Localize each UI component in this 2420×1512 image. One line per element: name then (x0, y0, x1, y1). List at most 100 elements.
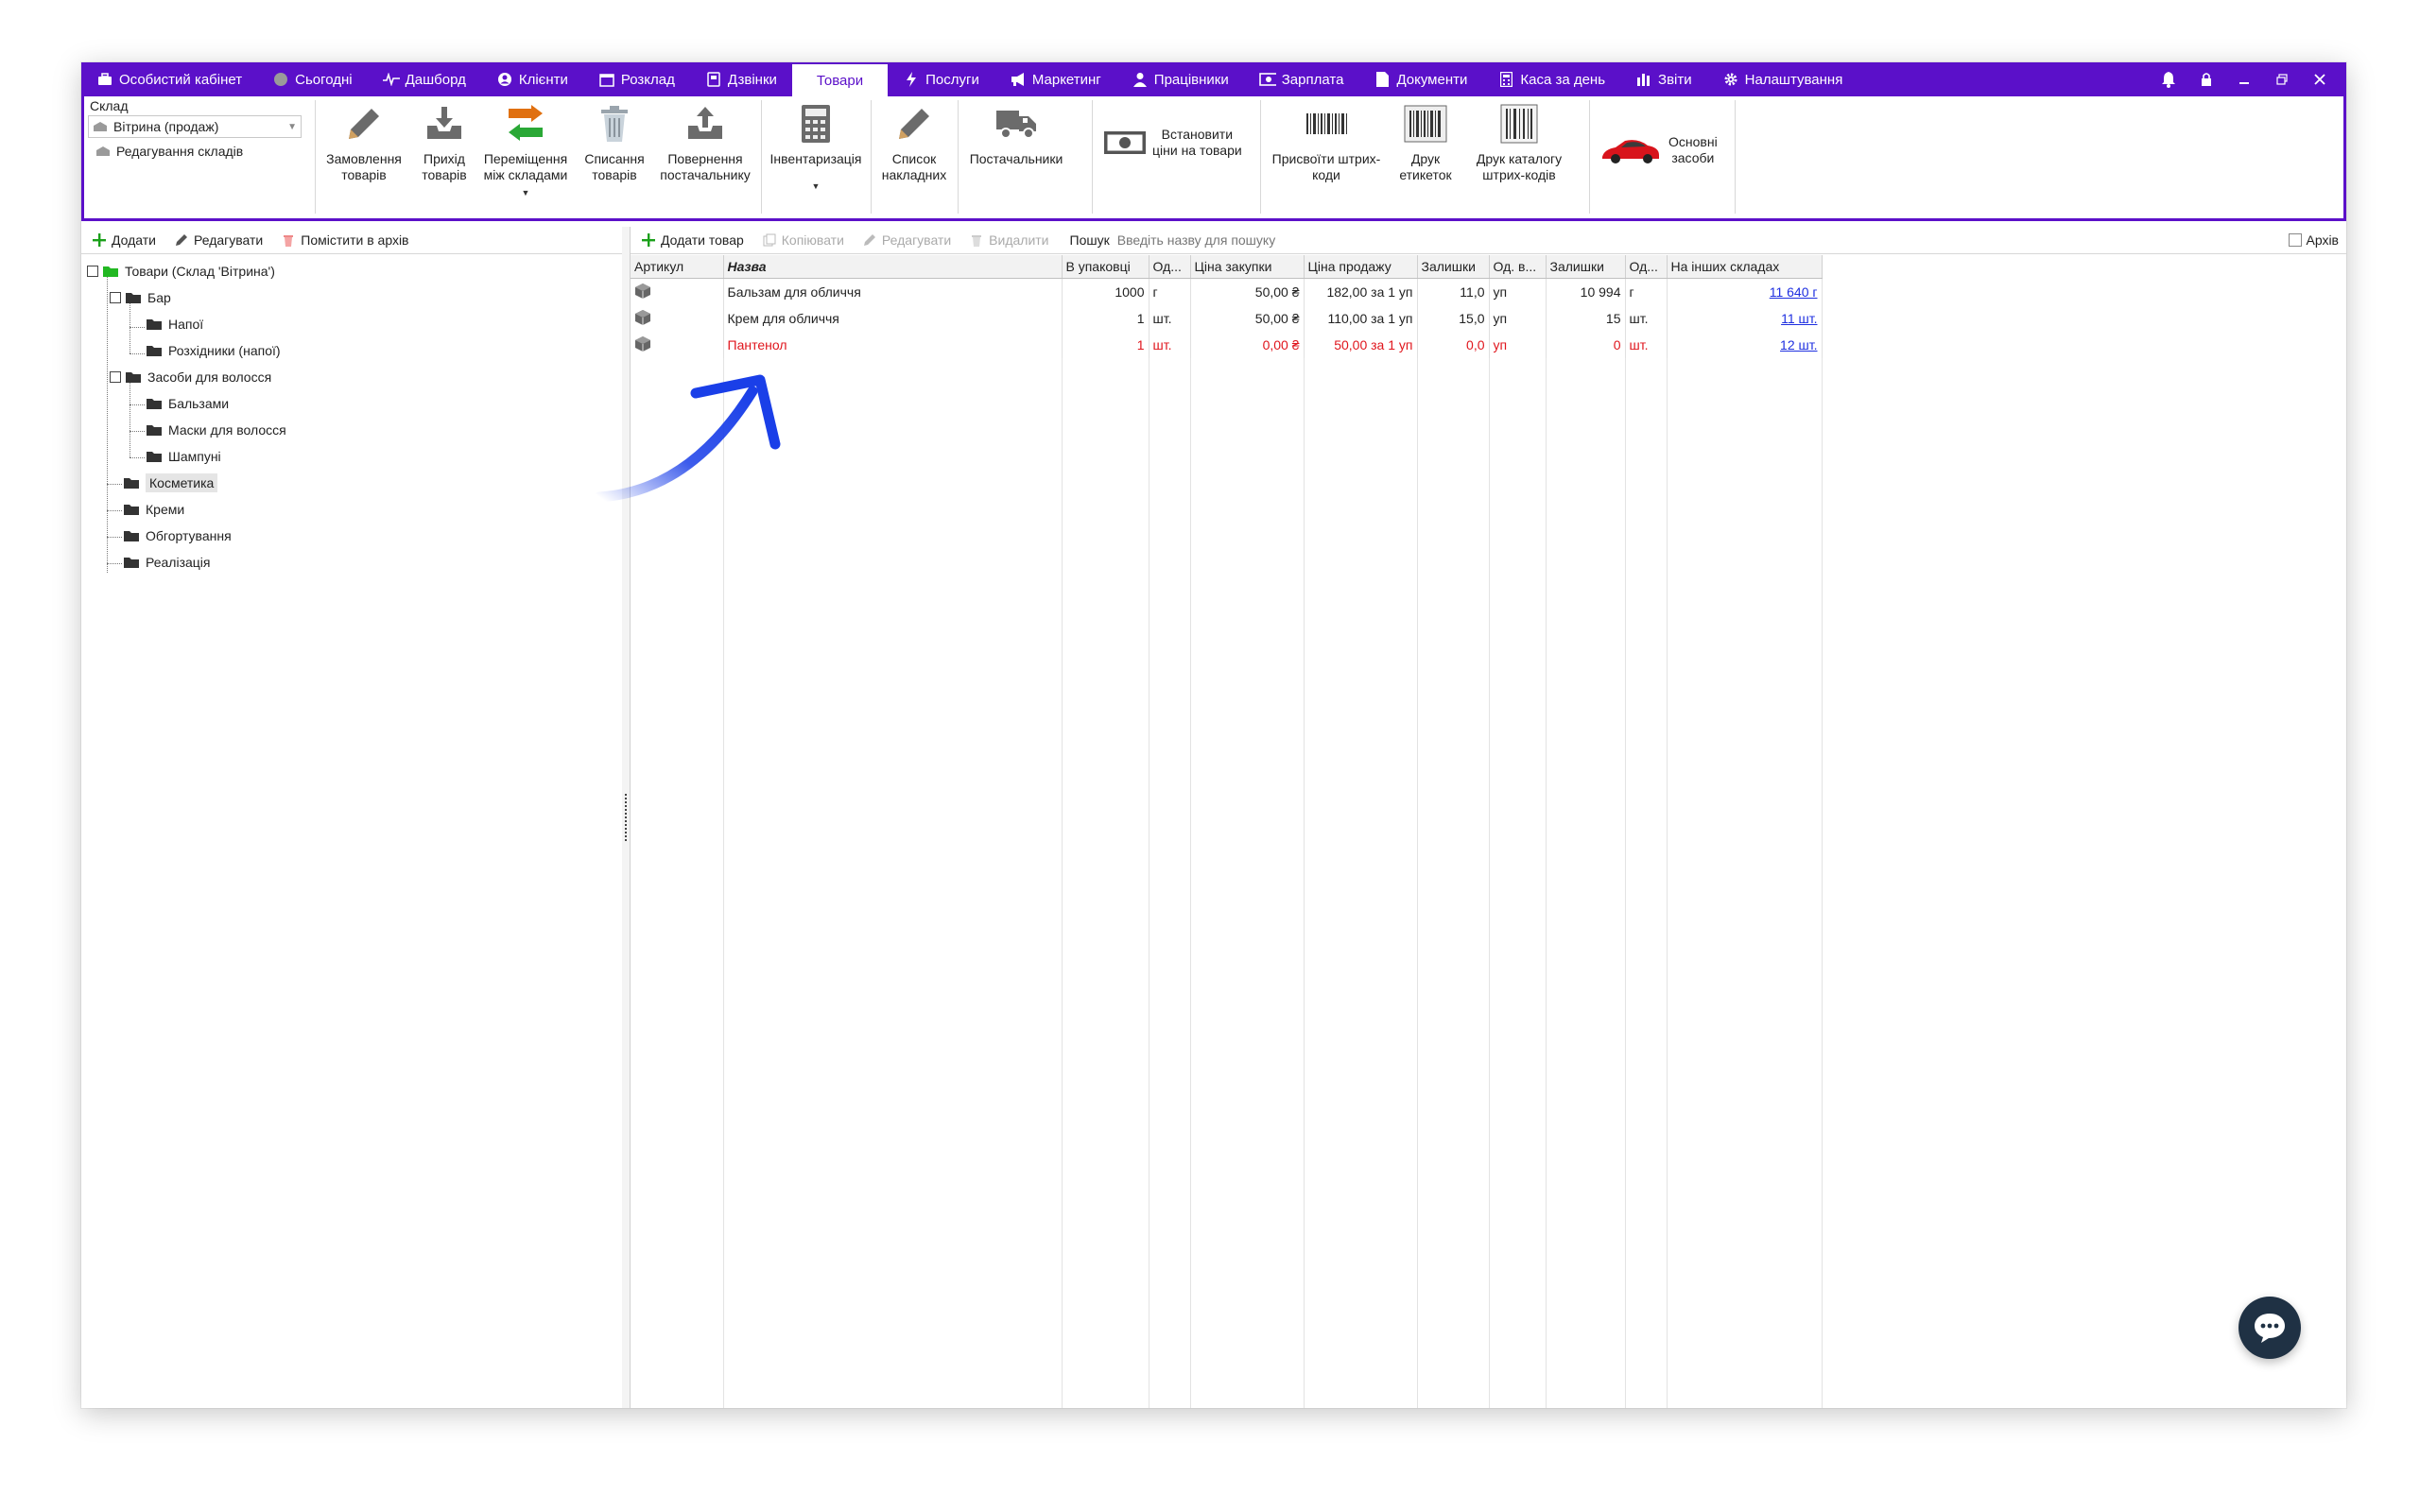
other-stocks-link[interactable]: 12 шт. (1667, 332, 1823, 358)
tree-node-cosmetics[interactable]: Косметика (123, 471, 218, 495)
menu-item-daily-cash[interactable]: Каса за день (1482, 62, 1620, 96)
menu-item-settings[interactable]: Налаштування (1707, 62, 1858, 96)
incoming-products-button[interactable]: Прихід товарів (411, 102, 477, 183)
tree-node-sales[interactable]: Реалізація (123, 550, 211, 575)
edit-category-button[interactable]: Редагувати (173, 232, 263, 249)
trash-icon (280, 232, 297, 249)
menu-item-services[interactable]: Послуги (888, 62, 994, 96)
folder-icon (123, 529, 140, 542)
menu-item-clients[interactable]: Клієнти (481, 62, 583, 96)
splitter-grip[interactable] (625, 794, 629, 841)
invoice-list-button[interactable]: Список накладних (873, 102, 956, 183)
tree-node-balms[interactable]: Бальзами (146, 391, 229, 416)
print-barcode-catalog-button[interactable]: Друк каталогу штрих-кодів (1462, 102, 1576, 183)
tree-node-wraps[interactable]: Обгортування (123, 524, 232, 548)
edit-label: Редагувати (194, 232, 264, 248)
tree-node-consumables[interactable]: Розхідники (напої) (146, 338, 281, 363)
assign-barcodes-button[interactable]: Присвоїти штрих- коди (1262, 102, 1391, 183)
menu-item-schedule[interactable]: Розклад (583, 62, 690, 96)
edit-stocks-link[interactable]: Редагування складів (88, 144, 311, 159)
button-label: товарів (341, 167, 387, 182)
tree-node-hair[interactable]: Засоби для волосся (110, 365, 271, 389)
lock-icon[interactable] (2187, 72, 2225, 87)
menu-item-today[interactable]: Сьогодні (257, 62, 368, 96)
delete-label: Видалити (989, 232, 1049, 248)
tree-node-creams[interactable]: Креми (123, 497, 184, 522)
column-header-stock-unit-2[interactable]: Од... (1625, 255, 1668, 279)
set-prices-button[interactable]: Встановити ціни на товари (1103, 127, 1242, 159)
trash-icon (968, 232, 985, 249)
bell-icon[interactable] (2150, 71, 2187, 88)
tree-label: Косметика (146, 473, 218, 492)
menu-item-marketing[interactable]: Маркетинг (994, 62, 1116, 96)
tree-node-masks[interactable]: Маски для волосся (146, 418, 286, 442)
chevron-down-icon[interactable]: ▼ (522, 185, 530, 201)
print-labels-button[interactable]: Друк етикеток (1389, 102, 1462, 183)
table-row[interactable]: Бальзам для обличчя 1000 г 50,00 ₴ 182,0… (631, 278, 1823, 305)
tree-node-shampoos[interactable]: Шампуні (146, 444, 221, 469)
add-category-button[interactable]: Додати (91, 232, 156, 249)
menu-item-products[interactable]: Товари (791, 64, 889, 96)
calculator-icon (794, 102, 838, 146)
products-table: Артикул Назва В упаковці Од... Ціна заку… (631, 255, 1823, 358)
checkbox-box[interactable] (2289, 233, 2303, 247)
search-input[interactable] (1115, 228, 2235, 252)
collapse-toggle[interactable] (87, 266, 98, 277)
column-header-stock-unit[interactable]: Од. в... (1489, 255, 1547, 279)
chat-button[interactable] (2238, 1297, 2301, 1359)
collapse-toggle[interactable] (110, 371, 121, 383)
delete-product-button[interactable]: Видалити (968, 232, 1049, 249)
close-icon[interactable] (2301, 74, 2339, 85)
menu-item-documents[interactable]: Документи (1358, 62, 1482, 96)
fixed-assets-button[interactable]: Основні засоби (1600, 134, 1718, 166)
main-menu-bar: Особистий кабінет Сьогодні Дашборд Клієн… (81, 62, 2346, 96)
menu-item-calls[interactable]: Дзвінки (690, 62, 792, 96)
edit-stocks-label: Редагування складів (116, 144, 244, 159)
stock-select[interactable]: Вітрина (продаж) ▼ (88, 115, 302, 138)
tree-label: Креми (146, 502, 185, 517)
column-header-sell-price[interactable]: Ціна продажу (1304, 255, 1418, 279)
tree-guide (130, 431, 145, 432)
copy-product-button[interactable]: Копіювати (761, 232, 844, 249)
column-header-buy-price[interactable]: Ціна закупки (1190, 255, 1305, 279)
column-header-name[interactable]: Назва (723, 255, 1063, 279)
edit-product-button[interactable]: Редагувати (861, 232, 951, 249)
other-stocks-link[interactable]: 11 шт. (1667, 305, 1823, 332)
menu-item-cabinet[interactable]: Особистий кабінет (81, 62, 257, 96)
collapse-toggle[interactable] (110, 292, 121, 303)
bar-chart-icon (1635, 71, 1652, 88)
pack-value: 1000 (1062, 278, 1150, 305)
move-between-stocks-button[interactable]: Переміщення між складами ▼ (474, 102, 578, 201)
tree-node-root[interactable]: Товари (Склад 'Вітрина') (87, 259, 275, 284)
column-header-unit[interactable]: Од... (1149, 255, 1191, 279)
column-header-pack[interactable]: В упаковці (1062, 255, 1150, 279)
menu-item-reports[interactable]: Звіти (1620, 62, 1707, 96)
add-product-button[interactable]: Додати товар (640, 232, 744, 249)
menu-item-dashboard[interactable]: Дашборд (368, 62, 481, 96)
column-header-other-stocks[interactable]: На інших складах (1667, 255, 1823, 279)
restore-icon[interactable] (2263, 74, 2301, 85)
minimize-icon[interactable] (2225, 74, 2263, 85)
tree-node-drinks[interactable]: Напої (146, 312, 203, 336)
tree-label: Напої (168, 317, 204, 332)
return-to-supplier-button[interactable]: Повернення постачальнику (651, 102, 759, 183)
tree-node-bar[interactable]: Бар (110, 285, 171, 310)
ribbon-separator (871, 100, 872, 214)
suppliers-button[interactable]: Постачальники (959, 102, 1073, 167)
order-products-button[interactable]: Замовлення товарів (317, 102, 411, 183)
column-header-sku[interactable]: Артикул (631, 255, 724, 279)
table-row[interactable]: Крем для обличчя 1 шт. 50,00 ₴ 110,00 за… (631, 305, 1823, 332)
other-stocks-link[interactable]: 11 640 г (1667, 278, 1823, 305)
column-header-stock[interactable]: Залишки (1417, 255, 1490, 279)
chevron-down-icon[interactable]: ▼ (812, 179, 821, 195)
archive-checkbox[interactable]: Архів (2289, 232, 2339, 248)
menu-item-salary[interactable]: Зарплата (1244, 62, 1359, 96)
archive-category-button[interactable]: Помістити в архів (280, 232, 409, 249)
write-off-products-button[interactable]: Списання товарів (578, 102, 651, 183)
menu-label: Клієнти (518, 71, 568, 88)
table-row[interactable]: Пантенол 1 шт. 0,00 ₴ 50,00 за 1 уп 0,0 … (631, 332, 1823, 358)
column-header-stock-2[interactable]: Залишки (1546, 255, 1626, 279)
menu-item-staff[interactable]: Працівники (1116, 62, 1244, 96)
tree-label: Маски для волосся (168, 422, 286, 438)
inventory-button[interactable]: Інвентаризація ▼ (763, 102, 869, 195)
